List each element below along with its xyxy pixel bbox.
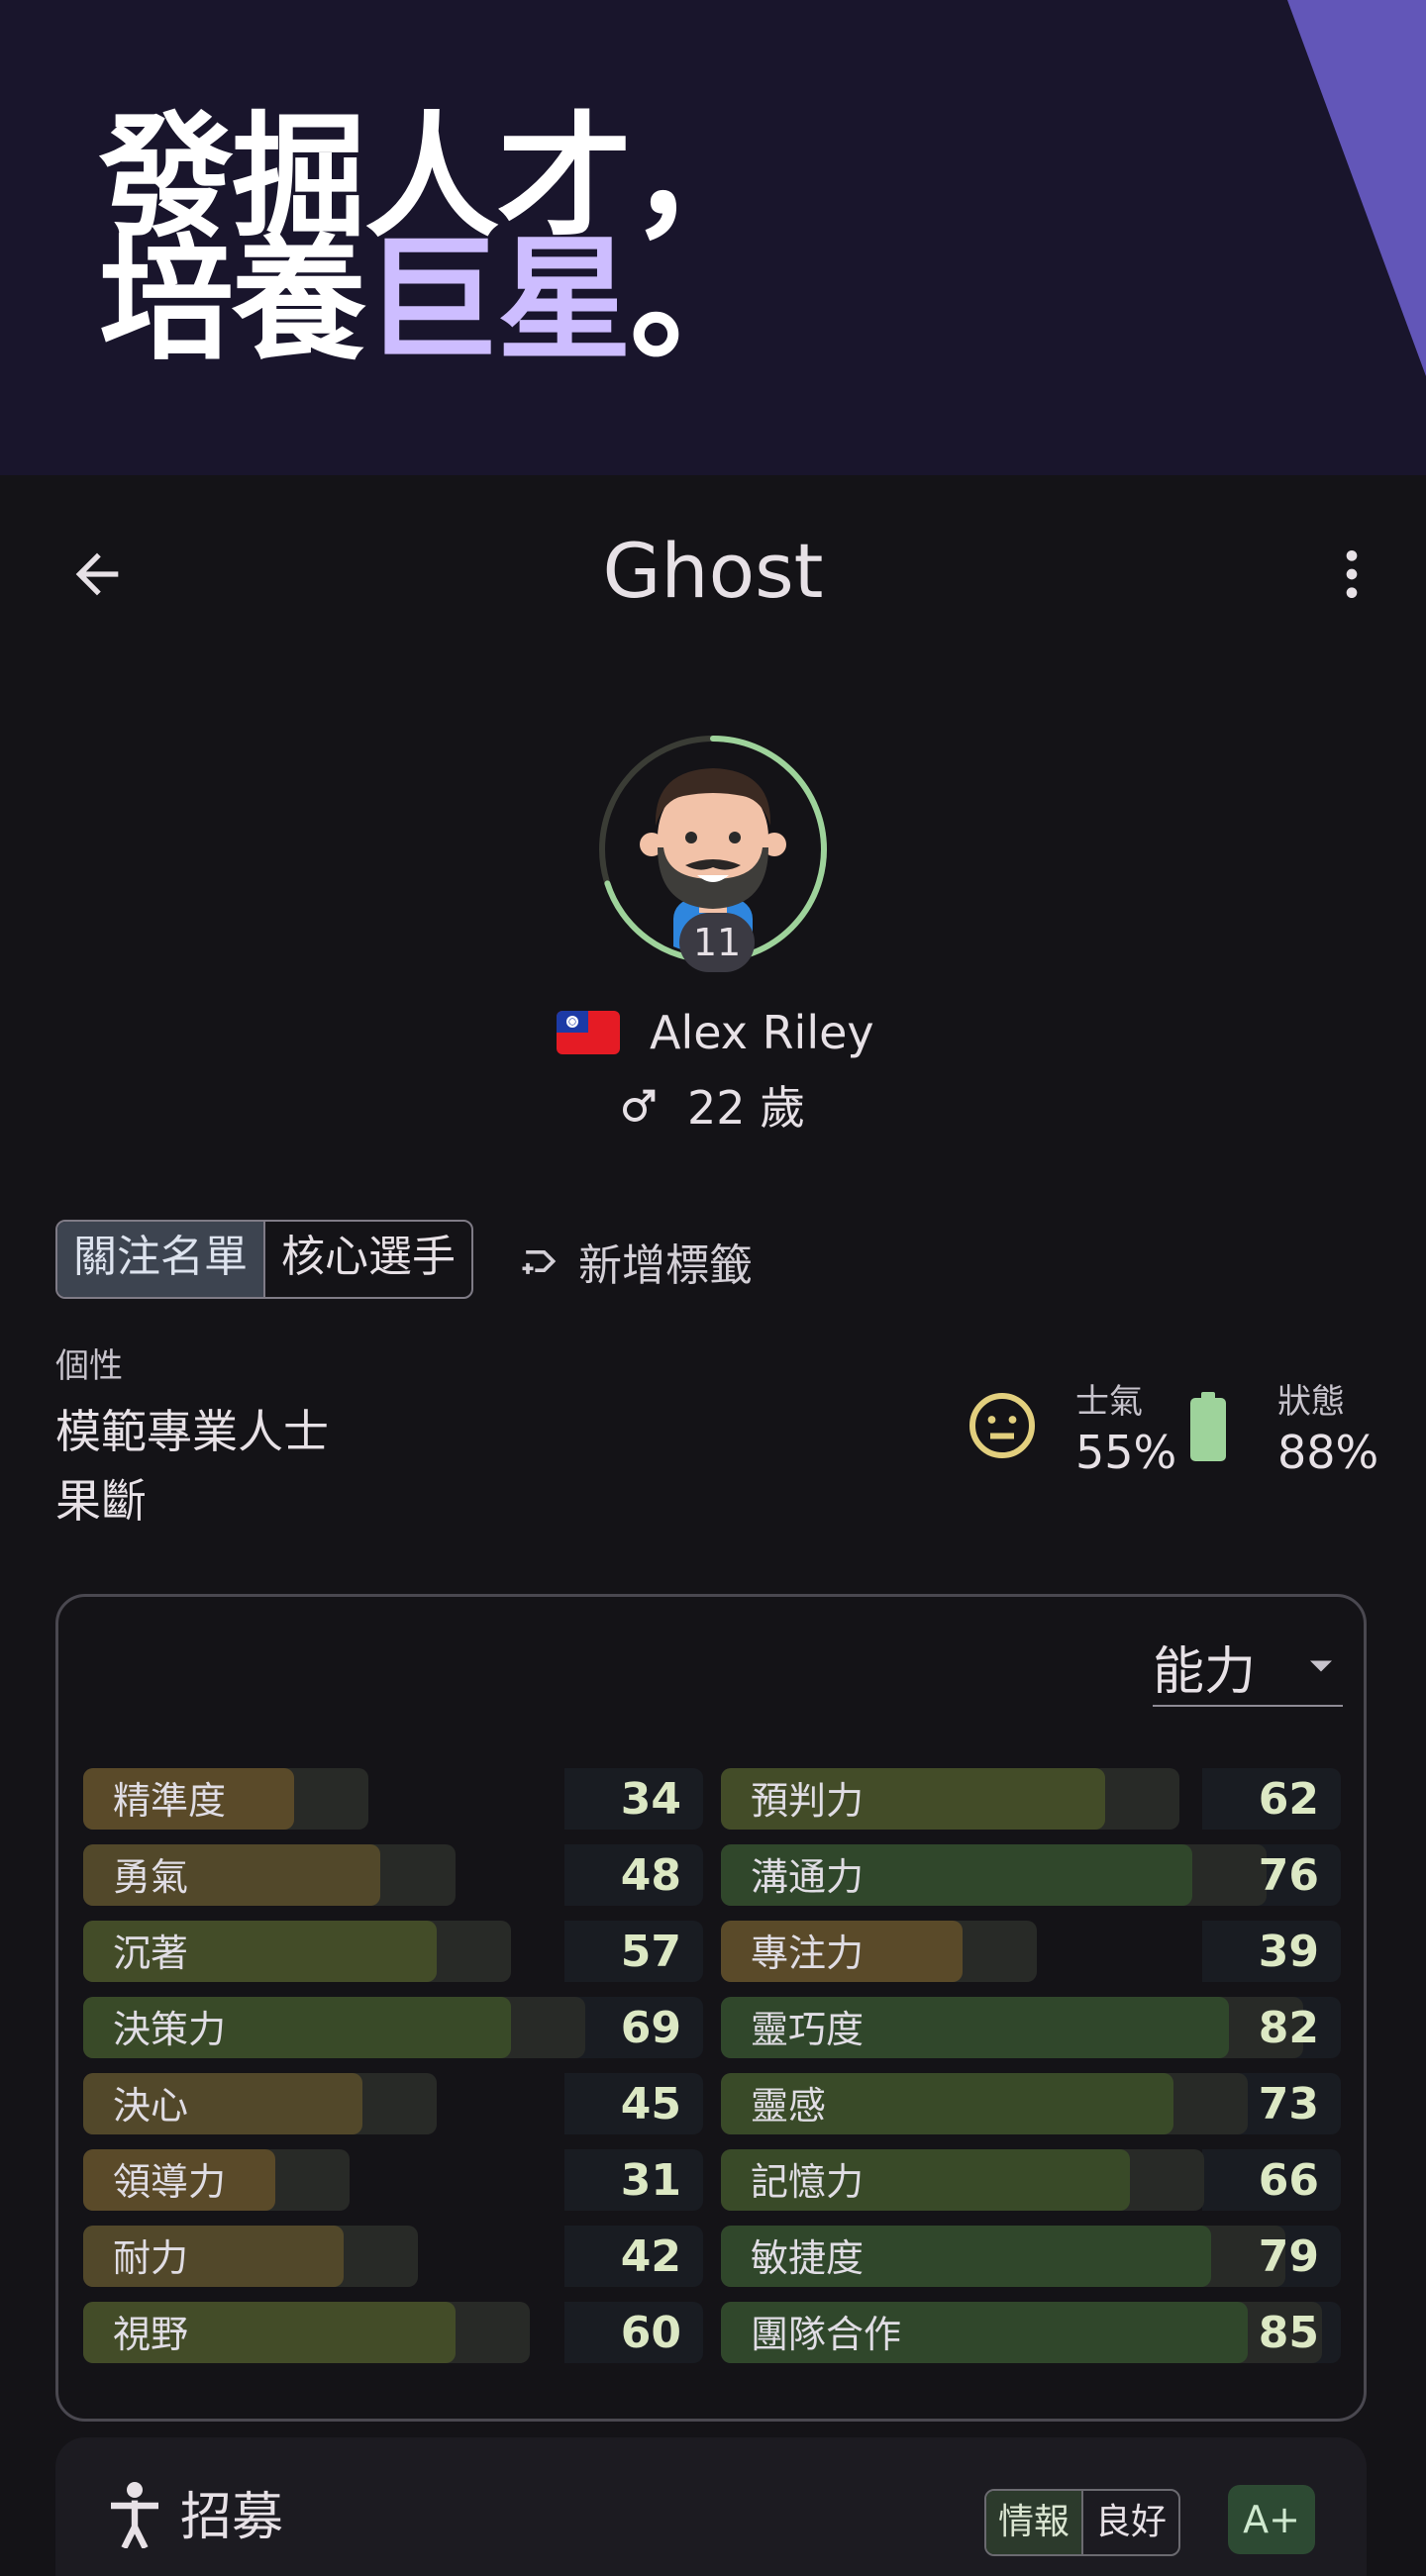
personality-trait: 模範專業人士	[55, 1405, 329, 1458]
attribute-row: 領導力 31	[83, 2149, 703, 2211]
attribute-label: 精準度	[113, 1779, 227, 1823]
attribute-row: 沉著 57	[83, 1921, 703, 1982]
add-tag-label: 新增標籤	[578, 1240, 753, 1291]
more-options-button[interactable]	[1317, 535, 1386, 614]
attribute-label: 溝通力	[751, 1855, 865, 1899]
attribute-value: 34	[620, 1774, 681, 1825]
attribute-value: 42	[620, 2231, 681, 2282]
tag-core-player[interactable]: 核心選手	[263, 1222, 471, 1297]
more-vert-icon	[1346, 550, 1358, 598]
attribute-row: 靈巧度 82	[721, 1997, 1341, 2058]
grade-badge: A+	[1228, 2485, 1315, 2554]
attribute-value: 73	[1258, 2079, 1319, 2130]
attribute-row: 靈感 73	[721, 2073, 1341, 2134]
attribute-value: 69	[620, 2003, 681, 2053]
condition-label: 狀態	[1277, 1382, 1345, 1422]
attribute-value: 48	[620, 1850, 681, 1901]
attribute-label: 專注力	[751, 1932, 865, 1975]
attribute-label: 領導力	[113, 2160, 227, 2204]
attribute-label: 耐力	[113, 2236, 189, 2280]
attribute-row: 決心 45	[83, 2073, 703, 2134]
attribute-value: 31	[620, 2155, 681, 2206]
promo-banner: 發掘人才， 培養巨星。	[0, 0, 1426, 475]
tag-watchlist[interactable]: 關注名單	[57, 1222, 263, 1297]
scouting-chip: 情報 良好	[984, 2489, 1181, 2556]
attribute-row: 記憶力 66	[721, 2149, 1341, 2211]
recruit-label: 招募	[180, 2488, 284, 2547]
neutral-face-icon	[969, 1393, 1035, 1458]
attribute-row: 專注力 39	[721, 1921, 1341, 1982]
attribute-label: 團隊合作	[751, 2313, 902, 2356]
attribute-category-dropdown[interactable]: 能力	[1153, 1628, 1343, 1707]
attribute-value: 45	[620, 2079, 681, 2130]
personality-trait: 果斷	[55, 1474, 147, 1528]
attribute-value: 79	[1258, 2231, 1319, 2282]
attribute-row: 精準度 34	[83, 1768, 703, 1830]
male-icon	[623, 1089, 656, 1122]
tag-group: 關注名單 核心選手	[55, 1220, 473, 1299]
attribute-row: 預判力 62	[721, 1768, 1341, 1830]
attribute-label: 視野	[113, 2313, 189, 2356]
attribute-row: 團隊合作 85	[721, 2302, 1341, 2363]
attribute-label: 勇氣	[113, 1855, 189, 1899]
new-label-icon	[522, 1250, 557, 1274]
attribute-value: 85	[1258, 2308, 1319, 2358]
headline-accent: 巨星	[364, 223, 632, 379]
attribute-label: 靈巧度	[751, 2008, 865, 2051]
battery-icon	[1190, 1392, 1226, 1461]
attribute-label: 決心	[113, 2084, 189, 2128]
player-age-row: 22 歲	[620, 1073, 805, 1137]
attribute-label: 敏捷度	[751, 2236, 865, 2280]
attribute-row: 敏捷度 79	[721, 2226, 1341, 2287]
scouting-chip-label: 情報	[986, 2491, 1082, 2554]
player-age: 22 歲	[687, 1081, 806, 1135]
attribute-label: 沉著	[113, 1932, 189, 1975]
attribute-value: 57	[620, 1927, 681, 1977]
banner-stripe	[1287, 0, 1426, 376]
banner-headline: 發掘人才， 培養巨星。	[99, 100, 764, 368]
attribute-value: 66	[1258, 2155, 1319, 2206]
attribute-value: 76	[1258, 1850, 1319, 1901]
headline-plain: 培養	[99, 223, 366, 379]
morale-value: 55%	[1075, 1426, 1177, 1479]
headline-line-1: 發掘人才，	[99, 100, 764, 256]
jersey-number-badge: 11	[679, 913, 755, 972]
attribute-value: 82	[1258, 2003, 1319, 2053]
scouting-chip-value: 良好	[1081, 2491, 1178, 2554]
attribute-label: 預判力	[751, 1779, 865, 1823]
attribute-row: 勇氣 48	[83, 1844, 703, 1906]
morale-label: 士氣	[1075, 1382, 1143, 1422]
attribute-value: 62	[1258, 1774, 1319, 1825]
attribute-row: 視野 60	[83, 2302, 703, 2363]
attribute-row: 溝通力 76	[721, 1844, 1341, 1906]
attribute-label: 靈感	[751, 2084, 827, 2128]
dropdown-arrow-icon	[1310, 1660, 1332, 1672]
personality-label: 個性	[55, 1346, 123, 1386]
attribute-label: 記憶力	[751, 2160, 865, 2204]
dropdown-selected-label: 能力	[1153, 1641, 1257, 1702]
add-tag-button[interactable]: 新增標籤	[517, 1226, 753, 1297]
headline-line-2: 培養巨星。	[99, 234, 764, 368]
attribute-row: 耐力 42	[83, 2226, 703, 2287]
attribute-value: 39	[1258, 1927, 1319, 1977]
page-title: Ghost	[602, 527, 824, 615]
app-bar: Ghost	[0, 475, 1426, 669]
attribute-label: 決策力	[113, 2008, 227, 2051]
condition-value: 88%	[1277, 1426, 1379, 1479]
attribute-row: 決策力 69	[83, 1997, 703, 2058]
person-recruit-icon	[111, 2482, 158, 2548]
player-name: Alex Riley	[650, 1006, 874, 1059]
attribute-value: 60	[620, 2308, 681, 2358]
player-name-row: Alex Riley	[557, 1000, 874, 1065]
taiwan-flag-icon	[557, 1011, 620, 1054]
headline-end: 。	[630, 223, 764, 379]
